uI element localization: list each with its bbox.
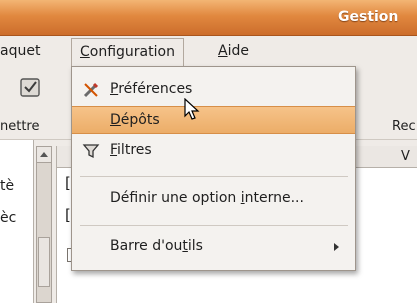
- checkbox-edge: [: [65, 206, 71, 224]
- checkbox-edge: [: [65, 174, 71, 192]
- menubar: aquet Configuration Aide: [0, 36, 417, 66]
- mouse-pointer-icon: [184, 98, 200, 120]
- menu-configuration[interactable]: Configuration: [71, 38, 184, 66]
- menu-separator: [80, 176, 348, 177]
- scroll-up-arrow-icon[interactable]: [37, 147, 51, 163]
- menu-item-preferences[interactable]: Préférences: [72, 76, 355, 104]
- menu-item-toolbar[interactable]: Barre d'outils: [72, 233, 355, 261]
- mark-package-icon[interactable]: [19, 76, 41, 98]
- filter-icon: [82, 144, 100, 159]
- scroll-thumb[interactable]: [38, 237, 50, 287]
- tools-icon: [83, 82, 99, 98]
- menu-paquet[interactable]: aquet: [0, 43, 40, 59]
- menu-item-depots[interactable]: Dépôts: [72, 106, 355, 134]
- window-titlebar: Gestion: [0, 0, 417, 36]
- configuration-dropdown: Préférences Dépôts Filtres Définir une o…: [71, 66, 356, 271]
- category-item[interactable]: èc: [0, 210, 16, 226]
- menu-aide[interactable]: Aide: [218, 43, 249, 59]
- category-item[interactable]: tè: [0, 178, 14, 194]
- menu-separator: [80, 225, 348, 226]
- menu-item-internal-option[interactable]: Définir une option interne...: [72, 185, 355, 213]
- column-header-version[interactable]: V: [401, 149, 410, 164]
- toolbar-reload-label[interactable]: Rec: [392, 119, 416, 134]
- category-pane: tè èc: [0, 140, 34, 303]
- toolbar-mark-label[interactable]: nettre: [0, 119, 40, 134]
- menu-item-filtres[interactable]: Filtres: [72, 137, 355, 165]
- window-title: Gestion: [338, 9, 399, 25]
- category-scrollbar[interactable]: [36, 146, 52, 303]
- submenu-arrow-icon: [334, 243, 339, 251]
